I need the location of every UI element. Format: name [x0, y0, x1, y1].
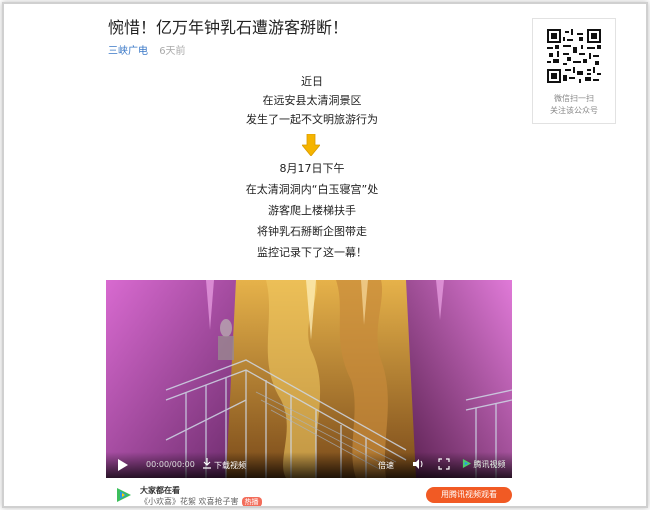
recommend-bar: 大家都在看 《小欢喜》花絮 欢喜抢子害 热播 用腾讯视频观看 [112, 484, 512, 506]
brand-label: 腾讯视频 [473, 460, 506, 469]
text-line: 8月17日下午 [279, 162, 345, 175]
video-frame [106, 280, 512, 478]
detail-text: 8月17日下午 在太清洞洞内“白玉寝宫”处 游客爬上楼梯扶手 将钟乳石掰断企图带… [106, 158, 518, 263]
tencent-video-brand: 腾讯视频 [462, 459, 506, 470]
video-controls: 00:00/00:00 下载视频 倍速 腾讯视频 [106, 452, 512, 478]
tencent-video-icon [117, 488, 131, 502]
video-player[interactable]: 00:00/00:00 下载视频 倍速 腾讯视频 [106, 280, 512, 478]
qr-code-icon [547, 29, 601, 83]
intro-text: 近日 在远安县太清洞景区 发生了一起不文明旅游行为 [106, 72, 518, 129]
play-icon[interactable] [118, 459, 128, 471]
qr-caption-follow: 关注该公众号 [550, 106, 598, 115]
article-title: 惋惜！亿万年钟乳石遭游客掰断！ [108, 18, 349, 37]
publish-time: 6天前 [159, 46, 186, 57]
text-line: 近日 [301, 75, 323, 88]
text-line: 发生了一起不文明旅游行为 [246, 113, 378, 126]
qr-panel: 微信扫一扫 关注该公众号 [532, 18, 616, 124]
text-line: 将钟乳石掰断企图带走 [257, 225, 367, 238]
text-line: 监控记录下了这一幕！ [257, 246, 367, 259]
speed-button[interactable]: 倍速 [378, 460, 394, 471]
qr-caption-scan: 微信扫一扫 [554, 94, 594, 103]
fullscreen-icon[interactable] [438, 458, 450, 470]
text-line: 游客爬上楼梯扶手 [268, 204, 356, 217]
page-frame: 惋惜！亿万年钟乳石遭游客掰断！ 三峡广电 6天前 近日 在远安县太清洞景区 发生… [2, 2, 648, 508]
volume-icon[interactable] [412, 458, 424, 470]
arrow-down-icon [302, 134, 320, 156]
open-tencent-video-button[interactable]: 用腾讯视频观看 [426, 487, 512, 503]
article-meta: 三峡广电 6天前 [108, 42, 186, 57]
hot-badge: 热播 [241, 497, 262, 506]
download-button[interactable]: 下载视频 [214, 460, 246, 471]
recommend-label: 大家都在看 [140, 486, 180, 495]
recommend-item-title: 《小欢喜》花絮 欢喜抢子害 [140, 497, 239, 506]
video-time: 00:00/00:00 [146, 460, 195, 469]
tencent-video-icon [462, 459, 471, 468]
text-line: 在太清洞洞内“白玉寝宫”处 [245, 183, 379, 196]
recommend-item[interactable]: 《小欢喜》花絮 欢喜抢子害 热播 [140, 496, 262, 506]
download-icon[interactable] [202, 458, 212, 470]
source-link[interactable]: 三峡广电 [108, 46, 148, 57]
text-line: 在远安县太清洞景区 [262, 94, 362, 107]
